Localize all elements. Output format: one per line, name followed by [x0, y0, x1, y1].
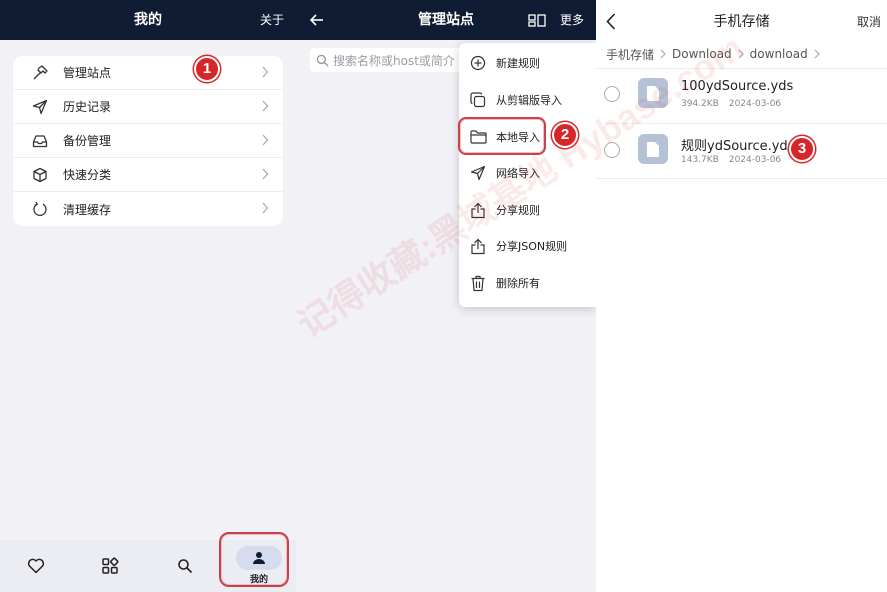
settings-menu: 管理站点 历史记录 备份管理 快速分类 清理缓存: [13, 56, 283, 226]
chevron-right-icon: [262, 100, 269, 112]
menu-item-label: 历史记录: [63, 100, 112, 114]
sites-header: 管理站点 更多: [296, 0, 596, 40]
chevron-right-icon: [262, 66, 269, 78]
menu-item-clear-cache[interactable]: 清理缓存: [13, 192, 283, 226]
cancel-button[interactable]: 取消: [857, 0, 881, 44]
breadcrumb: 手机存储 Download download: [606, 46, 826, 62]
breadcrumb-item[interactable]: Download: [672, 47, 732, 61]
menu-item-label: 新建规则: [496, 57, 540, 70]
file-date: 2024-03-06: [728, 99, 782, 109]
file-picker-panel: 手机存储 取消 手机存储 Download download 100ydSour…: [596, 0, 887, 592]
highlight-frame-local-import: [458, 117, 546, 155]
send-icon: [29, 96, 51, 118]
menu-item-label: 从剪辑版导入: [496, 94, 562, 107]
profile-panel: 我的 关于 管理站点 历史记录 备份管理 快速分类 清理缓存 1 我的: [0, 0, 296, 592]
search-placeholder: 搜索名称或host或简介: [333, 53, 455, 68]
file-row[interactable]: 100ydSource.yds 394.2KB 2024-03-06: [596, 68, 887, 122]
inbox-icon: [29, 130, 51, 152]
share-icon: [468, 200, 488, 220]
menu-item-label: 删除所有: [496, 277, 540, 290]
page-title: 手机存储: [713, 14, 770, 30]
file-size: 394.2KB: [681, 99, 719, 109]
menu-item-label: 分享规则: [496, 204, 540, 217]
menu-item-quick-category[interactable]: 快速分类: [13, 158, 283, 192]
more-button[interactable]: 更多: [560, 0, 584, 40]
copy-icon: [468, 90, 488, 110]
breadcrumb-item[interactable]: download: [750, 47, 808, 61]
divider: [596, 178, 887, 179]
heart-icon[interactable]: [25, 555, 47, 577]
cube-icon: [29, 164, 51, 186]
menu-item-label: 网络导入: [496, 167, 540, 180]
share-icon: [468, 236, 488, 256]
refresh-icon: [29, 198, 51, 220]
chevron-right-icon: [814, 49, 820, 59]
file-icon: [638, 78, 668, 108]
menu-item-history[interactable]: 历史记录: [13, 90, 283, 124]
highlight-frame-profile-tab: [219, 532, 289, 587]
menu-item-label: 管理站点: [63, 66, 112, 80]
file-meta: 143.7KB 2024-03-06: [681, 155, 781, 165]
send-icon: [468, 163, 488, 183]
profile-header: 我的 关于: [0, 0, 296, 40]
file-select-radio[interactable]: [604, 86, 620, 102]
menu-item-share-rule[interactable]: 分享规则: [459, 195, 596, 225]
plus-circle-icon: [468, 53, 488, 73]
menu-item-label: 分享JSON规则: [496, 240, 568, 253]
step-callout-2: 2: [552, 122, 578, 148]
menu-item-network-import[interactable]: 网络导入: [459, 158, 596, 188]
file-select-radio[interactable]: [604, 142, 620, 158]
file-date: 2024-03-06: [728, 155, 782, 165]
file-name: 100ydSource.yds: [681, 79, 794, 94]
menu-item-delete-all[interactable]: 删除所有: [459, 268, 596, 298]
page-title: 管理站点: [418, 12, 474, 28]
chevron-right-icon: [660, 49, 666, 59]
search-icon: [316, 54, 329, 67]
step-callout-1: 1: [194, 56, 220, 82]
chevron-right-icon: [738, 49, 744, 59]
file-meta: 394.2KB 2024-03-06: [681, 99, 781, 109]
file-name: 规则ydSource.yds: [681, 139, 795, 154]
menu-item-share-json-rule[interactable]: 分享JSON规则: [459, 231, 596, 261]
layout-icon[interactable]: [528, 14, 546, 27]
search-icon[interactable]: [174, 555, 196, 577]
menu-item-label: 备份管理: [63, 134, 112, 148]
manage-sites-panel: 管理站点 更多 搜索名称或host或简介 新建规则 从剪辑版导入 本地导入 网络…: [296, 0, 596, 592]
breadcrumb-item[interactable]: 手机存储: [606, 46, 654, 63]
chevron-right-icon: [262, 134, 269, 146]
hammer-icon: [29, 62, 51, 84]
grid-icon[interactable]: [99, 555, 121, 577]
file-row[interactable]: 规则ydSource.yds 143.7KB 2024-03-06: [596, 124, 887, 178]
file-size: 143.7KB: [681, 155, 719, 165]
chevron-right-icon: [262, 168, 269, 180]
file-icon: [638, 134, 668, 164]
menu-item-backup[interactable]: 备份管理: [13, 124, 283, 158]
menu-item-new-rule[interactable]: 新建规则: [459, 48, 596, 78]
page-title: 我的: [134, 12, 162, 28]
more-menu-popup: 新建规则 从剪辑版导入 本地导入 网络导入 分享规则 分享JSON规则 删除所有: [459, 43, 596, 307]
chevron-right-icon: [262, 202, 269, 214]
menu-item-label: 快速分类: [63, 168, 112, 182]
menu-item-manage-sites[interactable]: 管理站点: [13, 56, 283, 90]
menu-item-label: 清理缓存: [63, 202, 112, 217]
menu-item-import-clipboard[interactable]: 从剪辑版导入: [459, 85, 596, 115]
step-callout-3: 3: [789, 136, 815, 162]
about-button[interactable]: 关于: [260, 0, 284, 40]
trash-icon: [468, 273, 488, 293]
